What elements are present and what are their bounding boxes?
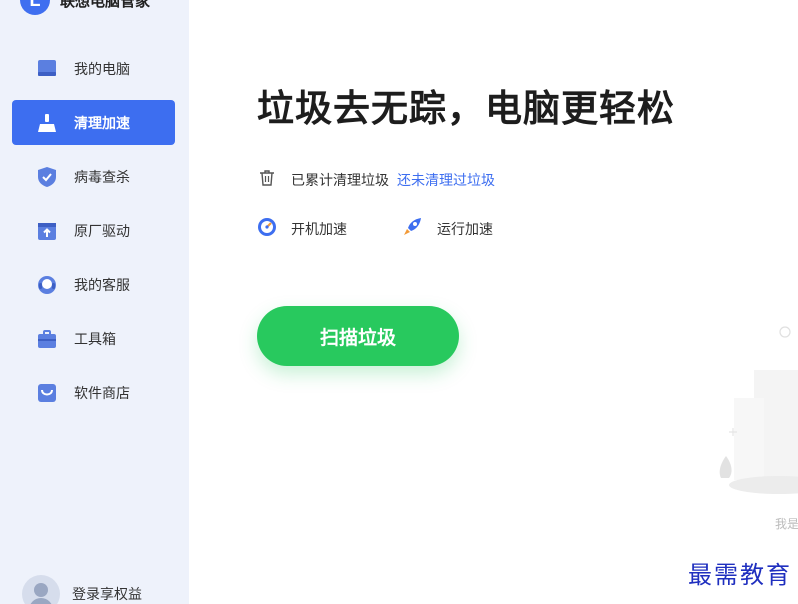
cleaned-stat-link[interactable]: 还未清理过垃圾 — [397, 170, 495, 190]
shopping-bag-icon — [36, 382, 58, 404]
login-entry[interactable]: 登录享权益 — [22, 575, 142, 604]
driver-upload-icon — [36, 220, 58, 242]
sidebar-item-label: 我的电脑 — [74, 61, 130, 78]
headset-icon — [36, 274, 58, 296]
sidebar-item-label: 我的客服 — [74, 277, 130, 294]
cleaned-stat-label: 已累计清理垃圾 — [291, 173, 389, 189]
sidebar-item-software-store[interactable]: 软件商店 — [12, 370, 175, 415]
login-label[interactable]: 登录享权益 — [72, 584, 142, 604]
feature-row: 开机加速 运行加速 — [257, 216, 493, 242]
sidebar-item-label: 原厂驱动 — [74, 223, 130, 240]
sidebar: L 联想电脑管家 我的电脑 清理加速 病毒查杀 — [0, 0, 189, 604]
sidebar-item-label: 清理加速 — [74, 115, 130, 132]
sidebar-item-label: 工具箱 — [74, 331, 116, 348]
feature-boot-speedup[interactable]: 开机加速 — [257, 217, 347, 241]
rocket-icon — [401, 216, 423, 242]
sidebar-item-virus-scan[interactable]: 病毒查杀 — [12, 154, 175, 199]
partial-text: 我是 — [775, 517, 798, 531]
shield-icon — [36, 166, 58, 188]
app-name: 联想电脑管家 — [60, 0, 151, 10]
page-title: 垃圾去无踪，电脑更轻松 — [257, 87, 675, 130]
toolbox-icon — [36, 328, 58, 350]
main-content: 垃圾去无踪，电脑更轻松 已累计清理垃圾 还未清理过垃圾 开机加速 运行加速 扫描… — [189, 0, 798, 604]
app-logo-icon: L — [20, 0, 50, 15]
cleaned-stat: 已累计清理垃圾 还未清理过垃圾 — [257, 168, 495, 192]
sidebar-item-drivers[interactable]: 原厂驱动 — [12, 208, 175, 253]
sidebar-item-customer-service[interactable]: 我的客服 — [12, 262, 175, 307]
scan-junk-button[interactable]: 扫描垃圾 — [257, 306, 459, 366]
sidebar-item-label: 软件商店 — [74, 385, 130, 402]
sidebar-item-my-computer[interactable]: 我的电脑 — [12, 46, 175, 91]
sidebar-item-clean-speedup[interactable]: 清理加速 — [12, 100, 175, 145]
sidebar-item-label: 病毒查杀 — [74, 169, 130, 186]
watermark: 最需教育 — [688, 561, 792, 589]
feature-label: 开机加速 — [291, 222, 347, 238]
brand: L 联想电脑管家 — [20, 0, 151, 15]
feature-run-speedup[interactable]: 运行加速 — [401, 216, 493, 242]
app-window: L 联想电脑管家 我的电脑 清理加速 病毒查杀 — [0, 0, 798, 604]
sidebar-nav: 我的电脑 清理加速 病毒查杀 原厂驱动 我的客服 工具箱 软件商店 — [12, 46, 175, 424]
broom-icon — [36, 112, 58, 134]
speedometer-icon — [257, 217, 277, 241]
sidebar-item-toolbox[interactable]: 工具箱 — [12, 316, 175, 361]
avatar[interactable] — [22, 575, 60, 604]
laptop-icon — [36, 58, 58, 80]
feature-label: 运行加速 — [437, 222, 493, 238]
trash-icon — [257, 168, 277, 192]
decorative-illustration — [699, 320, 798, 540]
